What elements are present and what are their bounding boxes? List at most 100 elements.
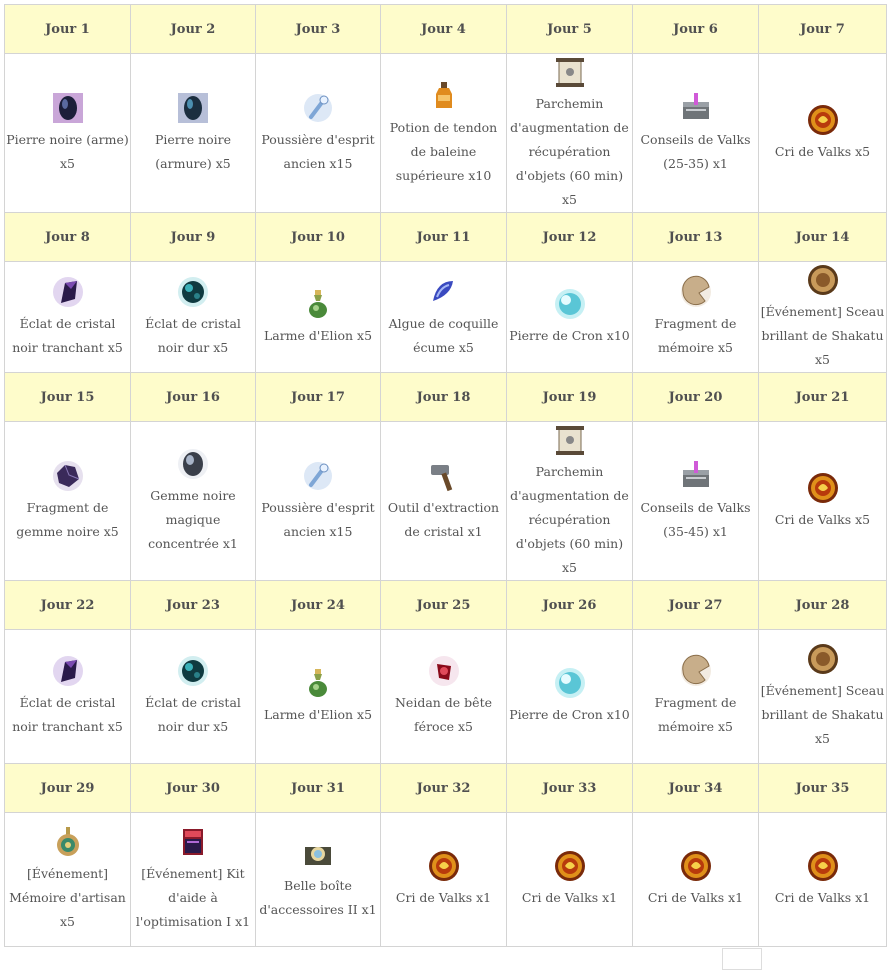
day-header: Jour 14 (758, 212, 887, 262)
reward-label: Éclat de cristal noir dur x5 (145, 315, 241, 355)
reward-label: Algue de coquille écume x5 (388, 315, 499, 355)
reward-row: Pierre noire (arme) x5 Pierre noire (armu… (4, 53, 887, 213)
reward-label: Cri de Valks x5 (774, 143, 871, 159)
reward-label: [Événement] Mémoire d'artisan x5 (9, 866, 126, 929)
reward-cell: Pierre noire (arme) x5 (4, 53, 131, 213)
reward-label: Conseils de Valks (35-45) x1 (640, 499, 751, 539)
day-header: Jour 29 (4, 763, 131, 813)
rewards-calendar-table: Jour 1 Jour 2 Jour 3 Jour 4 Jour 5 Jour 6 Jour… (4, 4, 887, 947)
reward-cell: Éclat de cristal noir tranchant x5 (4, 629, 131, 764)
valks-cry-icon (807, 104, 838, 135)
day-header: Jour 16 (130, 372, 256, 422)
reward-label: Pierre noire (arme) x5 (6, 131, 129, 171)
reward-cell: [Événement] Mémoire d'artisan x5 (4, 812, 131, 947)
black-stone-weapon-icon (52, 92, 83, 123)
day-header: Jour 4 (380, 4, 507, 54)
day-header: Jour 12 (506, 212, 633, 262)
reward-label: Pierre de Cron x10 (509, 327, 630, 343)
reward-cell: Pierre noire (armure) x5 (130, 53, 256, 213)
elion-tear-icon (309, 289, 327, 318)
reward-label: Cri de Valks x1 (521, 890, 618, 905)
day-header: Jour 31 (255, 763, 381, 813)
reward-label: Larme d'Elion x5 (263, 327, 373, 343)
reward-label: Fragment de mémoire x5 (654, 695, 737, 734)
day-header-row: Jour 1 Jour 2 Jour 3 Jour 4 Jour 5 Jour 6 Jour… (4, 4, 887, 54)
reward-label: Éclat de cristal noir tranchant x5 (12, 695, 123, 734)
cron-stone-icon (554, 668, 585, 698)
reward-cell: Éclat de cristal noir tranchant x5 (4, 261, 131, 373)
day-header: Jour 21 (758, 372, 887, 422)
memory-fragment-icon (680, 275, 711, 307)
day-header: Jour 22 (4, 580, 131, 630)
day-header: Jour 24 (255, 580, 381, 630)
reward-label: Outil d'extraction de cristal x1 (387, 499, 500, 539)
reward-row: Fragment de gemme noire x5 Gemme noire ma… (4, 421, 887, 581)
reward-cell: Conseils de Valks (25-35) x1 (632, 53, 759, 213)
shakatu-seal-icon (807, 264, 838, 295)
day-header: Jour 13 (632, 212, 759, 262)
reward-cell: Potion de tendon de baleine supérieure x… (380, 53, 507, 213)
day-header-row: Jour 8 Jour 9 Jour 10 Jour 11 Jour 12 Jour 13… (4, 212, 887, 262)
reward-label: Éclat de cristal noir tranchant x5 (12, 315, 123, 355)
valks-advice-icon (682, 460, 709, 487)
reward-cell: Gemme noire magique concentrée x1 (130, 421, 256, 581)
reward-label: Cri de Valks x1 (647, 890, 744, 905)
reward-cell: Cri de Valks x1 (632, 812, 759, 947)
day-header-row: Jour 22 Jour 23 Jour 24 Jour 25 Jour 26 Jour … (4, 580, 887, 630)
valks-cry-icon (807, 851, 838, 881)
reward-row: [Événement] Mémoire d'artisan x5 [Événeme… (4, 812, 887, 947)
reward-label: Parchemin d'augmentation de récupération… (510, 95, 629, 207)
reward-cell: Conseils de Valks (35-45) x1 (632, 421, 759, 581)
black-stone-armor-icon (178, 92, 208, 123)
elion-tear-icon (309, 669, 327, 697)
artisan-memory-icon (56, 827, 79, 856)
seashell-icon (432, 280, 453, 301)
reward-cell: Cri de Valks x1 (506, 812, 633, 947)
day-header: Jour 32 (380, 763, 507, 813)
reward-cell: Belle boîte d'accessoires II x1 (255, 812, 381, 947)
day-header: Jour 35 (758, 763, 887, 813)
reward-label: Neidan de bête féroce x5 (394, 695, 492, 734)
valks-cry-icon (680, 851, 711, 881)
reward-cell: Algue de coquille écume x5 (380, 261, 507, 373)
day-header-row: Jour 29 Jour 30 Jour 31 Jour 32 Jour 33 Jour … (4, 763, 887, 813)
hard-black-crystal-icon (178, 276, 208, 307)
day-header: Jour 2 (130, 4, 256, 54)
reward-label: Cri de Valks x1 (395, 890, 492, 905)
reward-cell: Larme d'Elion x5 (255, 261, 381, 373)
day-header: Jour 19 (506, 372, 633, 422)
day-header: Jour 7 (758, 4, 887, 54)
extraction-hammer-icon (430, 464, 452, 491)
reward-label: Cri de Valks x1 (774, 890, 871, 905)
day-header: Jour 30 (130, 763, 256, 813)
reward-cell: Poussière d'esprit ancien x15 (255, 421, 381, 581)
valks-cry-icon (807, 472, 838, 503)
sharp-black-crystal-icon (52, 656, 83, 686)
footer-box (722, 948, 762, 970)
reward-cell: Éclat de cristal noir dur x5 (130, 261, 256, 373)
reward-cell: [Événement] Kit d'aide à l'optimisation … (130, 812, 256, 947)
day-header: Jour 26 (506, 580, 633, 630)
sharp-black-crystal-icon (52, 276, 83, 307)
ancient-spirit-dust-icon (304, 461, 332, 490)
reward-cell: Cri de Valks x1 (758, 812, 887, 947)
valks-cry-icon (428, 851, 459, 881)
reward-cell: Pierre de Cron x10 (506, 629, 633, 764)
day-header: Jour 33 (506, 763, 633, 813)
reward-label: Conseils de Valks (25-35) x1 (640, 131, 751, 171)
reward-cell: Larme d'Elion x5 (255, 629, 381, 764)
reward-label: Gemme noire magique concentrée x1 (148, 487, 238, 551)
day-header: Jour 9 (130, 212, 256, 262)
reward-cell: Pierre de Cron x10 (506, 261, 633, 373)
day-header: Jour 34 (632, 763, 759, 813)
accessory-box-icon (305, 847, 331, 865)
reward-label: Poussière d'esprit ancien x15 (261, 131, 375, 171)
reward-label: Belle boîte d'accessoires II x1 (259, 878, 377, 917)
day-header: Jour 23 (130, 580, 256, 630)
reward-label: Fragment de gemme noire x5 (16, 499, 119, 539)
day-header: Jour 5 (506, 4, 633, 54)
day-header-row: Jour 15 Jour 16 Jour 17 Jour 18 Jour 19 Jour … (4, 372, 887, 422)
reward-cell: [Événement] Sceau brillant de Shakatu x5 (758, 261, 887, 373)
reward-cell: Fragment de gemme noire x5 (4, 421, 131, 581)
reward-label: [Événement] Sceau brillant de Shakatu x5 (760, 683, 885, 746)
